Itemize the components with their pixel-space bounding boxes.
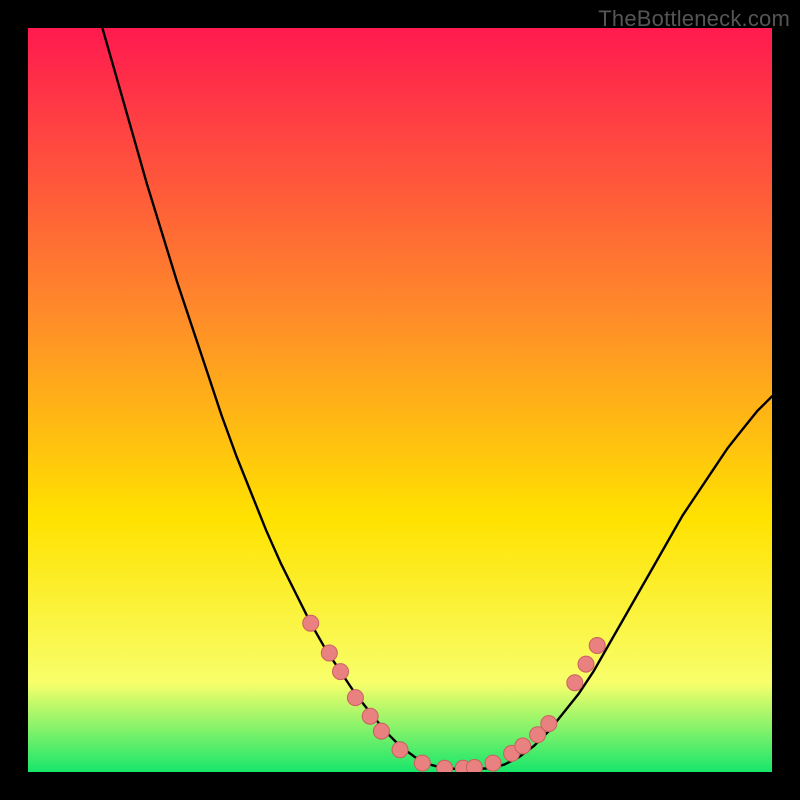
curve-marker — [578, 656, 594, 672]
chart-svg — [28, 28, 772, 772]
curve-marker — [485, 755, 501, 771]
curve-marker — [321, 645, 337, 661]
curve-marker — [347, 690, 363, 706]
chart-stage: TheBottleneck.com — [0, 0, 800, 800]
curve-marker — [541, 716, 557, 732]
curve-marker — [567, 675, 583, 691]
curve-marker — [437, 760, 453, 772]
curve-marker — [466, 760, 482, 773]
gradient-background — [28, 28, 772, 772]
curve-marker — [414, 755, 430, 771]
plot-area — [28, 28, 772, 772]
curve-marker — [362, 708, 378, 724]
curve-marker — [373, 723, 389, 739]
curve-marker — [515, 738, 531, 754]
curve-marker — [303, 615, 319, 631]
curve-marker — [589, 638, 605, 654]
curve-marker — [333, 664, 349, 680]
curve-marker — [392, 742, 408, 758]
